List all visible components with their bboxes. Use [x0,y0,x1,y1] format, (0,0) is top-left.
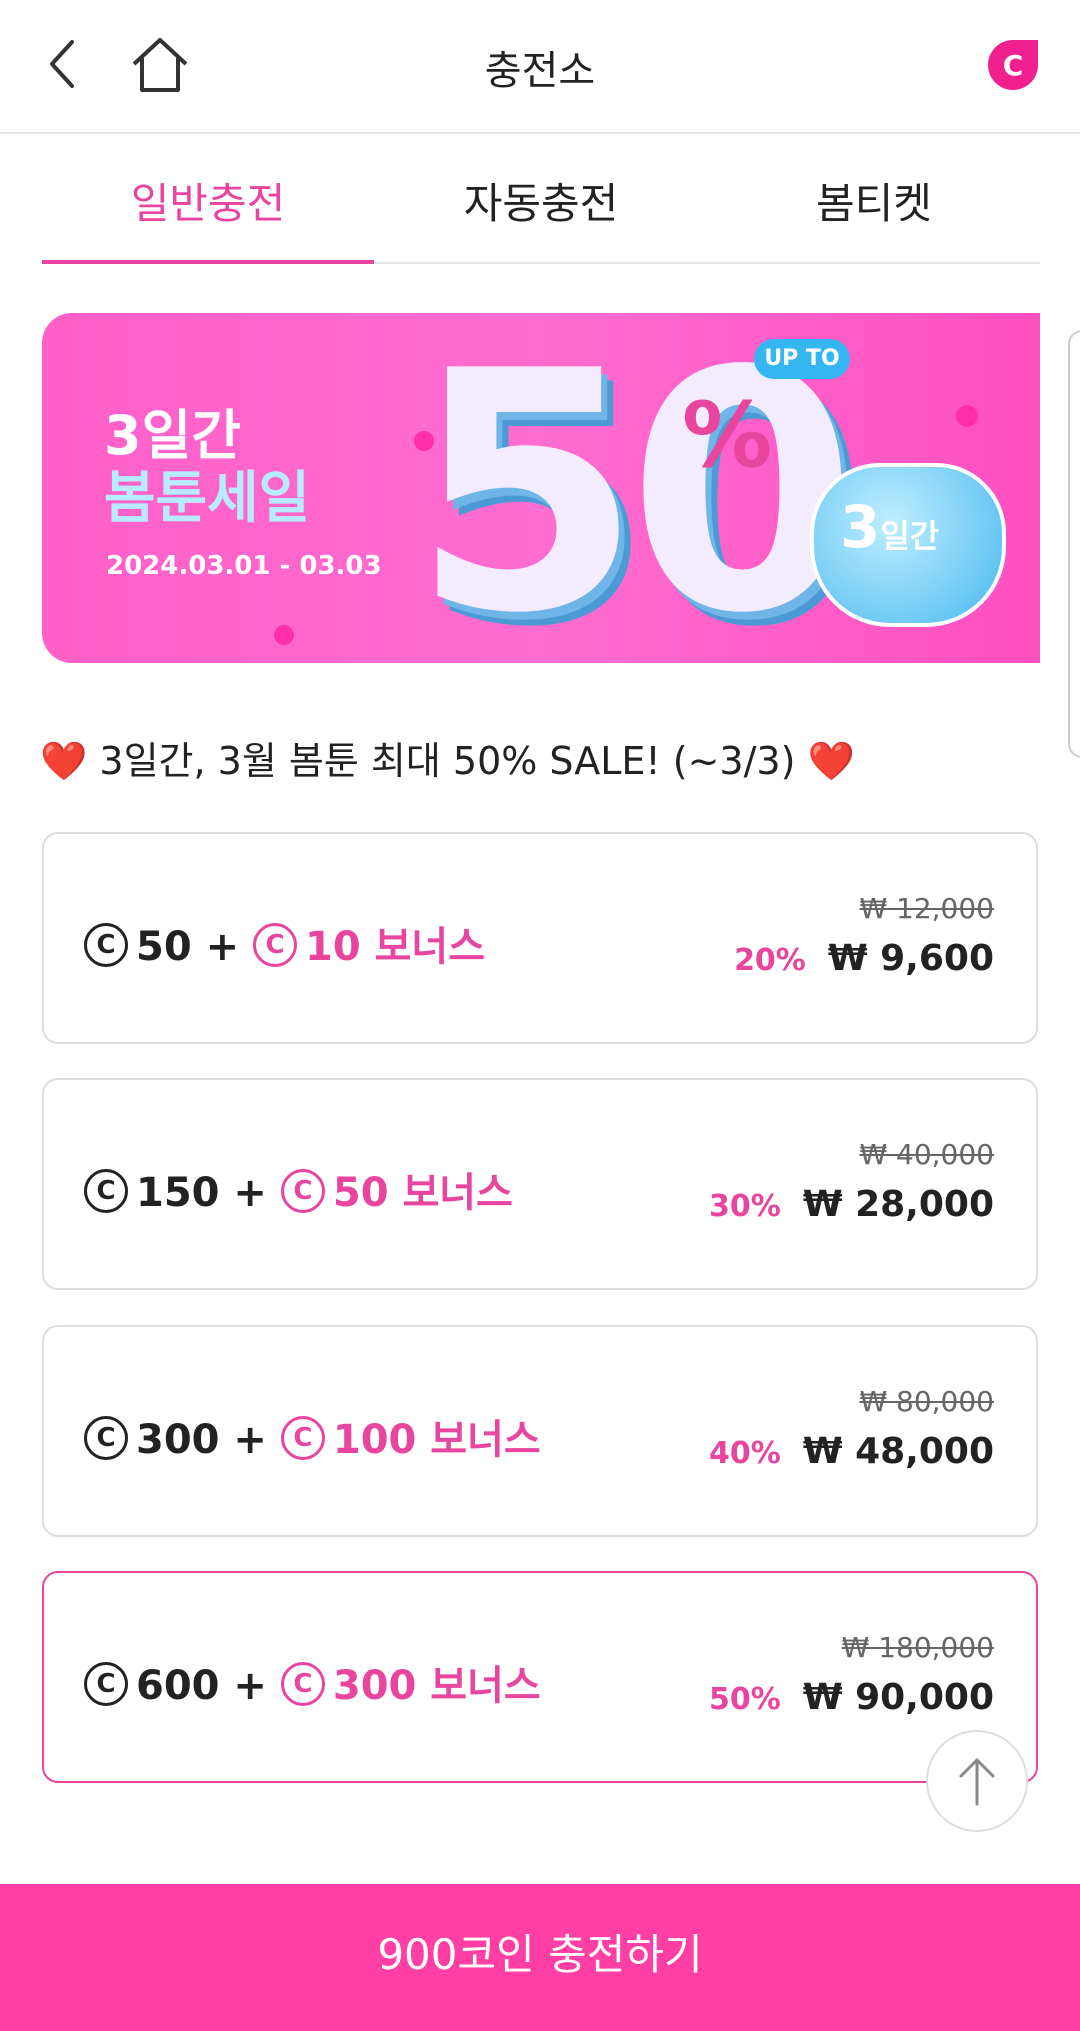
package-description: C 50 + C 10 보너스 [84,914,485,972]
price-row: 40% ₩ 48,000 [709,1431,994,1472]
coin-package-option-selected[interactable]: C 600 + C 300 보너스 ₩ 180,000 50% ₩ 90,000 [42,1571,1038,1783]
tab-auto-charge[interactable]: 자동충전 [375,150,707,262]
original-price: ₩ 12,000 [859,892,994,925]
coin-icon: C [280,1416,325,1460]
original-price: ₩ 80,000 [859,1385,994,1418]
coin-icon: C [280,1169,325,1213]
sale-banner[interactable]: 3일간 봄툰세일 2024.03.01 - 03.03 50 % UP TO 3… [42,313,1040,663]
tab-label: 봄티켓 [816,179,932,228]
arrow-up-icon [959,1758,995,1806]
price-row: 50% ₩ 90,000 [709,1677,994,1718]
banner-heart-label: 일간 [880,517,940,555]
coin-icon: C [253,923,298,967]
package-coins: 300 + [136,1417,267,1463]
discount-rate: 40% [709,1436,781,1471]
tab-label: 일반충전 [130,179,286,228]
coin-package-option[interactable]: C 300 + C 100 보너스 ₩ 80,000 40% ₩ 48,000 [42,1325,1038,1537]
package-bonus: 50 보너스 [332,1170,513,1216]
coin-logo-icon: C [988,40,1038,90]
package-bonus: 100 보너스 [332,1417,541,1463]
tab-bar: 일반충전 자동충전 봄티켓 [42,150,1040,264]
package-description: C 600 + C 300 보너스 [84,1653,541,1711]
banner-heart-text: 3일간 [840,493,939,561]
package-bonus: 300 보너스 [332,1663,541,1709]
heart-icon: ❤️ [40,739,88,783]
svg-text:C: C [1003,49,1024,82]
coin-icon: C [84,1662,128,1706]
sale-price: ₩ 90,000 [802,1677,994,1718]
original-price: ₩ 40,000 [859,1138,994,1171]
discount-rate: 20% [734,943,806,978]
package-description: C 300 + C 100 보너스 [84,1407,541,1465]
banner-heart-number: 3 [840,493,881,561]
discount-rate: 50% [709,1682,781,1717]
heart-icon: ❤️ [807,739,855,783]
tab-active-indicator [42,260,374,264]
package-coins: 150 + [136,1170,267,1216]
package-coins: 50 + [136,924,240,970]
scroll-to-top-button[interactable] [926,1730,1028,1832]
page-title: 충전소 [484,48,596,94]
sale-price: ₩ 48,000 [802,1431,994,1472]
tab-spring-ticket[interactable]: 봄티켓 [708,150,1040,262]
coin-icon: C [84,923,128,967]
price-row: 30% ₩ 28,000 [709,1184,994,1225]
banner-title-line2: 봄툰세일 [104,466,311,531]
tab-label: 자동충전 [463,179,619,228]
package-bonus: 10 보너스 [305,924,486,970]
sale-price: ₩ 28,000 [802,1184,994,1225]
banner-percent-sign: % [682,383,773,488]
package-coins: 600 + [136,1663,267,1709]
sale-price: ₩ 9,600 [827,938,994,979]
tab-normal-charge[interactable]: 일반충전 [42,150,374,264]
price-row: 20% ₩ 9,600 [734,938,994,979]
charge-button[interactable]: 900코인 충전하기 [0,1884,1080,2031]
coin-package-option[interactable]: C 150 + C 50 보너스 ₩ 40,000 30% ₩ 28,000 [42,1078,1038,1290]
discount-rate: 30% [709,1189,781,1224]
coin-icon: C [84,1416,128,1460]
promo-message: 3일간, 3월 봄툰 최대 50% SALE! (~3/3) [99,739,796,783]
banner-dot [274,625,294,645]
promo-text: ❤️ 3일간, 3월 봄툰 최대 50% SALE! (~3/3) ❤️ [40,730,855,785]
coin-icon: C [280,1662,325,1706]
banner-date: 2024.03.01 - 03.03 [106,551,382,581]
banner-up-to-badge: UP TO [754,339,850,379]
banner-heart-badge: 3일간 [810,463,1006,627]
package-description: C 150 + C 50 보너스 [84,1160,513,1218]
banner-dot [956,405,978,427]
original-price: ₩ 180,000 [841,1631,994,1664]
coin-logo[interactable]: C [986,38,1040,92]
coin-icon: C [84,1169,128,1213]
top-bar: 충전소 C [0,0,1080,134]
coin-package-option[interactable]: C 50 + C 10 보너스 ₩ 12,000 20% ₩ 9,600 [42,832,1038,1044]
side-drawer-handle[interactable] [1068,330,1080,758]
